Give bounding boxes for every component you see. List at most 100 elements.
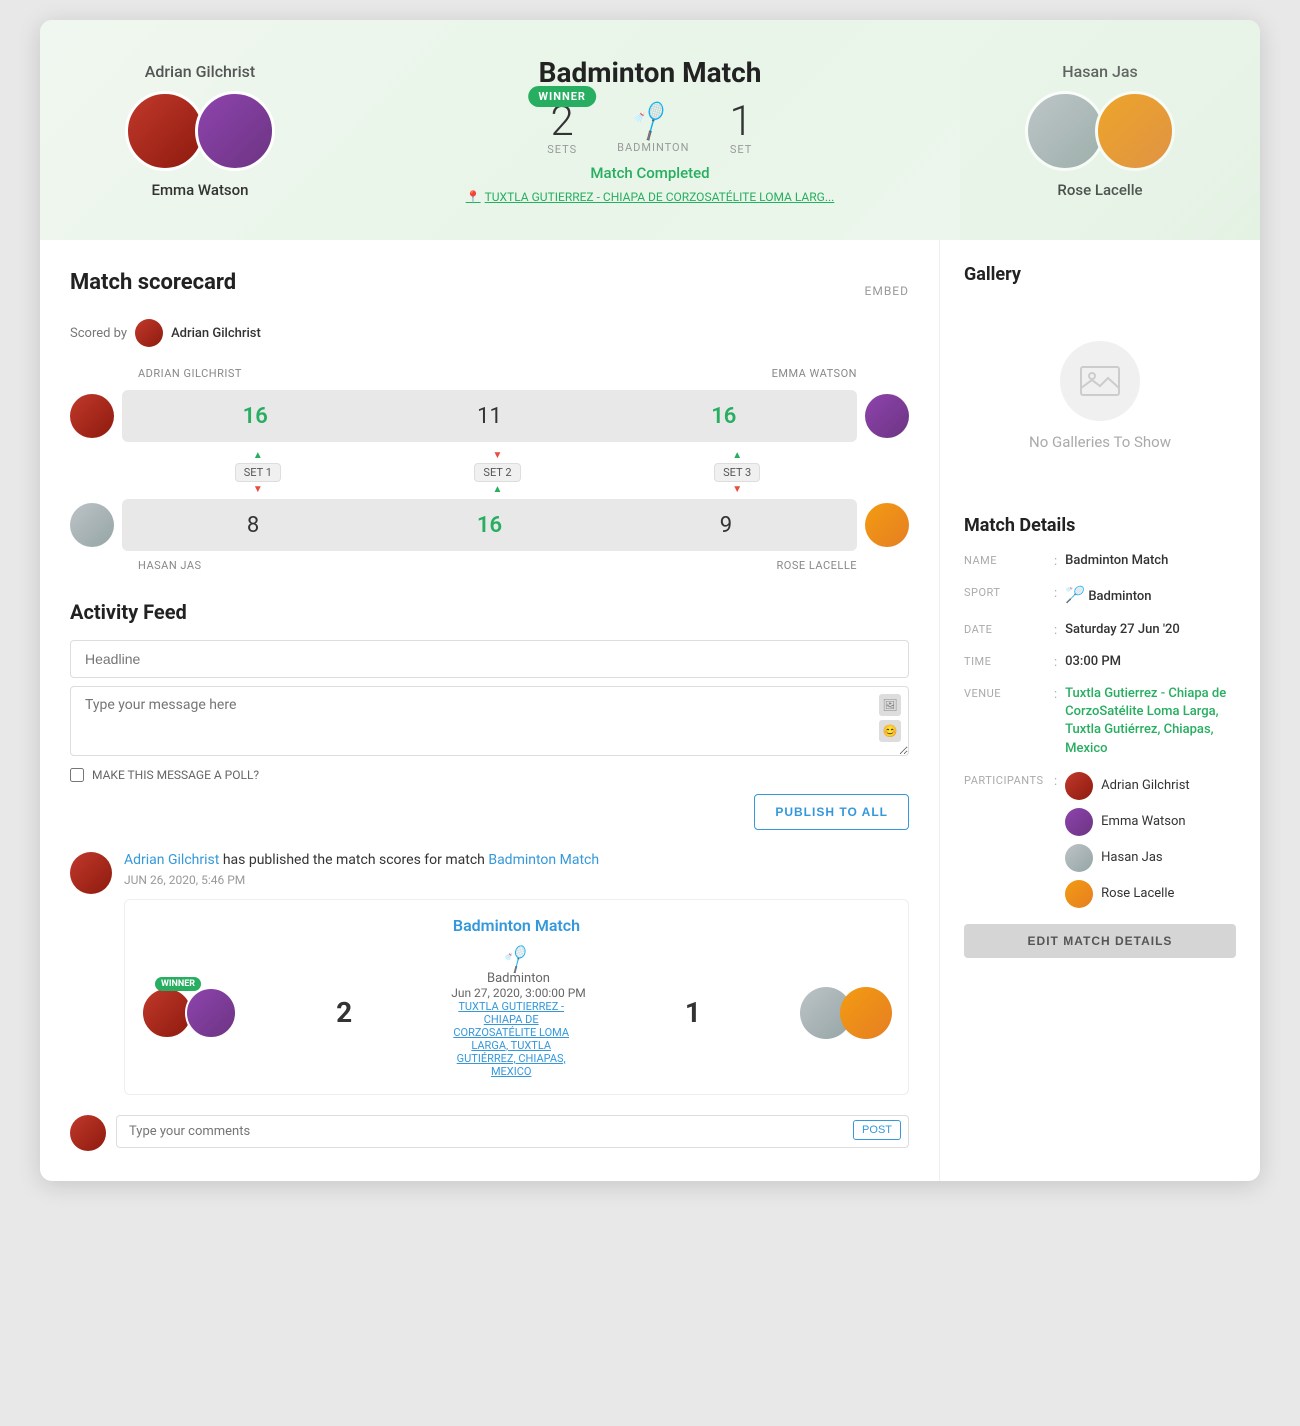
set3-down-arrow: ▼ [732, 484, 742, 495]
score-row: WINNER 2 SETS 🏸 Badminton 1 SET [547, 101, 753, 156]
team4-sc-label: ROSE LACELLE [776, 559, 857, 572]
poll-checkbox[interactable] [70, 768, 84, 782]
mc-venue[interactable]: TUXTLA GUTIERREZ - CHIAPA DE CORZOSATÉLI… [451, 1000, 571, 1078]
team2-score-block: 1 SET [729, 101, 752, 156]
match-details-title: Match Details [964, 515, 1236, 536]
mc-center: 🏸 Badminton Jun 27, 2020, 3:00:00 PM TUX… [451, 947, 586, 1078]
message-textarea[interactable] [70, 686, 909, 756]
team1-bottom-name: Emma Watson [151, 181, 248, 199]
scored-by-label: Scored by [70, 326, 127, 341]
match-center: Badminton Match WINNER 2 SETS 🏸 Badminto… [320, 56, 980, 204]
sc-player1-avatar [70, 394, 114, 438]
team1-top-name: Adrian Gilchrist [145, 62, 255, 81]
detail-participants: PARTICIPANTS : Adrian Gilchrist Emma Wat… [964, 772, 1236, 908]
image-icon[interactable]: 🖼 [879, 694, 901, 716]
team1-player1-avatar [125, 91, 205, 171]
scored-by-name: Adrian Gilchrist [171, 326, 261, 341]
match-card: Badminton Match WINNER 2 🏸 [124, 899, 909, 1095]
set-badge-3: ▲ SET 3 ▼ [714, 450, 760, 495]
mc-sport: Badminton [451, 971, 586, 986]
mc-avatar-2 [185, 987, 237, 1039]
match-card-body: WINNER 2 🏸 Badminton Jun 27, 2020, 3:00:… [141, 947, 892, 1078]
edit-match-details-btn[interactable]: EDIT MATCH DETAILS [964, 924, 1236, 958]
feed-match-link[interactable]: Badminton Match [488, 852, 599, 868]
embed-btn[interactable]: EMBED [865, 284, 909, 298]
sc-r1-s3: 16 [711, 404, 736, 429]
participant-2-name: Emma Watson [1101, 814, 1185, 829]
gallery-placeholder-icon [1060, 341, 1140, 421]
team2-player1-avatar [1025, 91, 1105, 171]
detail-name-value: Badminton Match [1065, 552, 1168, 570]
participant-1-avatar [1065, 772, 1093, 800]
detail-venue-value[interactable]: Tuxtla Gutierrez - Chiapa de CorzoSatéli… [1065, 685, 1236, 758]
detail-date-value: Saturday 27 Jun '20 [1065, 621, 1180, 639]
sport-icon-center: 🏸 Badminton [617, 104, 689, 154]
gallery-empty: No Galleries To Show [964, 301, 1236, 491]
participants-list: Adrian Gilchrist Emma Watson Hasan Jas [1065, 772, 1190, 908]
feed-action: has published the match scores for match [223, 852, 489, 868]
right-panel: Gallery No Galleries To Show Match Detai… [940, 240, 1260, 1181]
feed-user-link[interactable]: Adrian Gilchrist [124, 852, 219, 868]
participant-3-name: Hasan Jas [1101, 850, 1162, 865]
scorecard-section: Match scorecard EMBED Scored by Adrian G… [70, 270, 909, 576]
comment-input[interactable] [116, 1115, 909, 1148]
sc-r1-s1: 16 [243, 404, 268, 429]
detail-date-label: DATE [964, 621, 1054, 636]
mc-team2-avatars [800, 987, 892, 1039]
comment-row: POST [70, 1115, 909, 1151]
player-names-bottom: HASAN JAS ROSE LACELLE [70, 559, 909, 576]
sc-row1-scores: 16 11 16 [122, 390, 857, 442]
team1-sc-label: ADRIAN GILCHRIST [138, 367, 242, 380]
team1-score-block: WINNER 2 SETS [547, 101, 577, 156]
feed-item-1: Adrian Gilchrist has published the match… [70, 850, 909, 1095]
activity-section: Activity Feed 🖼 😊 MAKE THIS MESSAGE A PO… [70, 600, 909, 1151]
team2-sets-label: SET [730, 143, 752, 156]
scorecard-row-1: 16 11 16 [70, 390, 909, 442]
detail-name: NAME : Badminton Match [964, 552, 1236, 570]
sc-player2-avatar [865, 394, 909, 438]
participant-2-avatar [1065, 808, 1093, 836]
sc-r2-s1: 8 [247, 513, 259, 538]
poll-check-row: MAKE THIS MESSAGE A POLL? [70, 768, 909, 782]
app-container: Adrian Gilchrist Emma Watson Badminton M… [40, 20, 1260, 1181]
participant-1-name: Adrian Gilchrist [1101, 778, 1190, 793]
detail-sport-label: SPORT [964, 584, 1054, 599]
emoji-icon[interactable]: 😊 [879, 720, 901, 742]
sport-name: Badminton [617, 141, 689, 154]
detail-name-label: NAME [964, 552, 1054, 567]
mc-avatar-right-2 [840, 987, 892, 1039]
scorecard-row-2: 8 16 9 [70, 499, 909, 551]
detail-sport: SPORT : 🏸 Badminton [964, 584, 1236, 606]
post-btn[interactable]: POST [853, 1120, 901, 1140]
team2-sets: 1 [729, 101, 752, 143]
detail-time-label: TIME [964, 653, 1054, 668]
message-icons: 🖼 😊 [879, 694, 901, 742]
publish-row: PUBLISH TO ALL [70, 794, 909, 830]
scored-by-row: Scored by Adrian Gilchrist [70, 319, 909, 347]
venue-text: TUXTLA GUTIERREZ - CHIAPA DE CORZOSATÉLI… [485, 190, 835, 204]
participant-1: Adrian Gilchrist [1065, 772, 1190, 800]
match-card-title[interactable]: Badminton Match [141, 916, 892, 935]
scored-by-avatar [135, 319, 163, 347]
team2-bottom-name: Rose Lacelle [1057, 181, 1142, 199]
sc-r2-s3: 9 [720, 513, 732, 538]
venue-link[interactable]: 📍 TUXTLA GUTIERREZ - CHIAPA DE CORZOSATÉ… [466, 190, 835, 204]
mc-winner-badge: WINNER [155, 977, 201, 991]
gallery-title: Gallery [964, 264, 1236, 285]
set2-down-arrow: ▲ [493, 484, 503, 495]
detail-venue-label: VENUE [964, 685, 1054, 700]
set-badge-2: ▼ SET 2 ▲ [474, 450, 520, 495]
sc-row2-scores: 8 16 9 [122, 499, 857, 551]
set1-label: SET 1 [235, 463, 281, 482]
team2-top-name: Hasan Jas [1062, 62, 1137, 81]
headline-input[interactable] [70, 640, 909, 678]
participant-2: Emma Watson [1065, 808, 1190, 836]
publish-btn[interactable]: PUBLISH TO ALL [754, 794, 909, 830]
set3-up-arrow: ▲ [732, 450, 742, 461]
comment-avatar [70, 1115, 106, 1151]
sc-r2-s2: 16 [477, 513, 502, 538]
sc-r1-s2: 11 [477, 404, 502, 429]
mc-team1-score: 2 [336, 996, 352, 1029]
detail-date: DATE : Saturday 27 Jun '20 [964, 621, 1236, 639]
comment-input-wrap: POST [116, 1115, 909, 1148]
